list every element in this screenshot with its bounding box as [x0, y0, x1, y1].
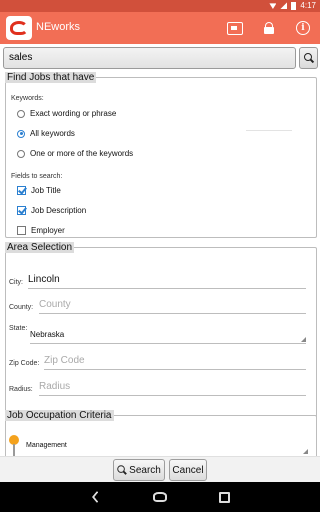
county-field[interactable]: County: [39, 298, 306, 314]
county-placeholder: County: [39, 299, 71, 310]
city-value: Lincoln: [28, 274, 60, 285]
job-occupation-group: Job Occupation Criteria Management: [5, 410, 317, 456]
search-button-label: Search: [129, 464, 161, 476]
recent-apps-button[interactable]: [212, 487, 236, 507]
find-jobs-legend: Find Jobs that have: [5, 72, 97, 83]
action-bar: NEworks i: [0, 12, 320, 44]
city-label: City:: [9, 279, 23, 286]
info-button[interactable]: i: [292, 17, 314, 39]
fields-to-search-label: Fields to search:: [11, 173, 63, 180]
area-selection-legend: Area Selection: [5, 242, 75, 253]
city-field[interactable]: Lincoln: [28, 273, 306, 289]
map-icon: [227, 21, 243, 35]
checkbox-label: Job Title: [31, 186, 61, 195]
search-row: sales: [0, 44, 320, 72]
search-icon: [303, 53, 314, 63]
back-icon: [91, 490, 103, 504]
battery-icon: [291, 1, 297, 10]
zip-code-label: Zip Code:: [9, 360, 40, 367]
keywords-label: Keywords:: [11, 95, 44, 102]
checkbox-unchecked[interactable]: [17, 226, 26, 235]
back-button[interactable]: [83, 487, 107, 507]
radio-button[interactable]: [17, 149, 25, 158]
lock-button[interactable]: [258, 17, 280, 39]
form-scroll-area[interactable]: Find Jobs that have Keywords: Exact word…: [0, 72, 320, 456]
search-input[interactable]: sales: [3, 47, 296, 69]
status-bar: 4:17: [0, 0, 320, 12]
checkbox-employer[interactable]: Employer: [17, 226, 65, 235]
county-label: County:: [9, 304, 34, 311]
checkbox-job-title[interactable]: Job Title: [17, 186, 61, 195]
app-title: NEworks: [36, 21, 81, 33]
app-logo-icon[interactable]: [6, 16, 32, 40]
lock-icon: [264, 22, 274, 34]
radius-field[interactable]: Radius: [39, 380, 306, 396]
search-button[interactable]: Search: [113, 459, 165, 481]
radio-button-selected[interactable]: [17, 129, 25, 138]
state-value: Nebraska: [30, 330, 65, 339]
cancel-button[interactable]: Cancel: [169, 459, 207, 481]
occupation-value: Management: [26, 442, 67, 449]
home-button[interactable]: [148, 487, 172, 507]
search-icon-button[interactable]: [299, 47, 318, 69]
find-jobs-group: Find Jobs that have Keywords: Exact word…: [5, 72, 317, 238]
bottom-button-bar: Search Cancel: [0, 456, 320, 482]
radio-one-or-more[interactable]: One or more of the keywords: [17, 149, 133, 158]
radius-label: Radius:: [9, 386, 33, 393]
checkbox-checked[interactable]: [17, 186, 26, 195]
map-pin-icon: [9, 435, 19, 456]
checkbox-checked[interactable]: [17, 206, 26, 215]
radio-label: All keywords: [30, 129, 75, 138]
radio-label: Exact wording or phrase: [30, 109, 117, 118]
recent-apps-icon: [218, 491, 230, 503]
occupation-pin: [9, 435, 24, 456]
status-icons: 4:17: [269, 1, 316, 10]
cancel-button-label: Cancel: [172, 464, 204, 476]
radius-placeholder: Radius: [39, 381, 71, 392]
job-occupation-legend: Job Occupation Criteria: [5, 410, 114, 421]
zip-code-placeholder: Zip Code: [44, 355, 85, 366]
radio-exact-wording[interactable]: Exact wording or phrase: [17, 109, 116, 118]
radio-label: One or more of the keywords: [30, 149, 134, 158]
checkbox-label: Employer: [31, 226, 65, 235]
divider: [246, 130, 292, 131]
checkbox-job-description[interactable]: Job Description: [17, 206, 86, 215]
state-label: State:: [9, 325, 28, 332]
state-dropdown[interactable]: Nebraska: [30, 328, 306, 344]
info-icon: i: [296, 21, 310, 35]
navigation-bar: [0, 482, 320, 512]
radio-all-keywords[interactable]: All keywords: [17, 129, 75, 138]
radio-button[interactable]: [17, 109, 25, 118]
occupation-dropdown[interactable]: Management: [26, 437, 308, 455]
checkbox-label: Job Description: [31, 206, 87, 215]
zip-code-field[interactable]: Zip Code: [44, 354, 306, 370]
map-button[interactable]: [224, 17, 246, 39]
wifi-icon: [269, 3, 277, 9]
signal-icon: [280, 2, 288, 9]
home-icon: [153, 492, 167, 502]
search-icon: [117, 465, 127, 475]
status-time: 4:17: [300, 1, 316, 10]
